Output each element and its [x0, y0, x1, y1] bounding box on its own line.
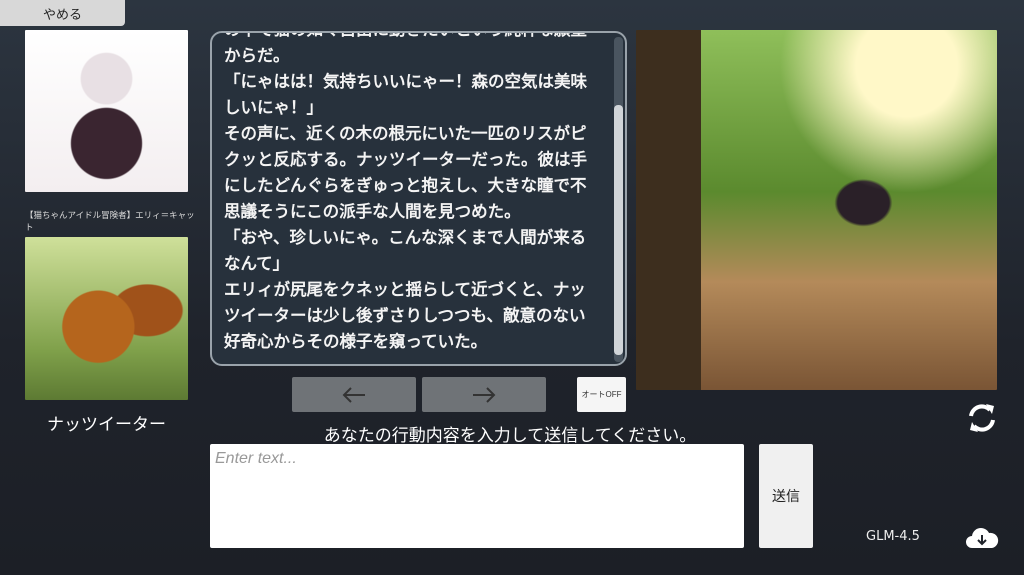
arrow-left-icon: [342, 386, 365, 403]
player-character-portrait: [25, 30, 188, 192]
story-line: からだ。: [224, 46, 290, 65]
input-prompt: あなたの行動内容を入力して送信してください。: [323, 426, 697, 446]
story-line: 思議そうにこの派手な人間を見つめた。: [224, 202, 521, 221]
model-label: GLM-4.5: [866, 529, 920, 544]
npc-portrait: [25, 237, 188, 400]
story-panel: の中で猫の如く自由に動きたいという純粋な願望 からだ。 「にゃはは！気持ちいいに…: [210, 31, 627, 366]
story-scrollbar[interactable]: [614, 37, 623, 362]
story-line: 「にゃはは！気持ちいいにゃー！森の空気は美味: [224, 72, 587, 91]
story-line: にしたどんぐらをぎゅっと抱えし、大きな瞳で不: [224, 176, 587, 195]
story-line: の中で猫の如く自由に動きたいという純粋な願望: [224, 33, 614, 43]
player-character-caption: 【猫ちゃんアイドル冒険者】エリィ＝キャット: [25, 211, 195, 233]
story-line: クッと反応する。ナッツイーターだった。彼は手: [224, 150, 587, 169]
scrollbar-thumb[interactable]: [614, 105, 623, 355]
next-page-button[interactable]: [422, 377, 546, 412]
story-line: その声に、近くの木の根元にいた一匹のリスがピ: [224, 124, 587, 143]
refresh-icon[interactable]: [964, 400, 1000, 436]
npc-name: ナッツイーター: [47, 415, 166, 435]
auto-toggle-button[interactable]: オートOFF: [577, 377, 626, 412]
story-line: ツイーターは少し後ずさりしつつも、敵意のない: [224, 306, 586, 325]
story-line: 「おや、珍しいにゃ。こんな深くまで人間が来る: [224, 228, 587, 247]
story-line: 好奇心からその様子を窺っていた。: [224, 332, 488, 351]
quit-button[interactable]: やめる: [0, 0, 125, 26]
story-line: エリィが尻尾をクネッと揺らして近づくと、ナッ: [224, 280, 586, 299]
action-input[interactable]: [210, 444, 744, 548]
story-text: の中で猫の如く自由に動きたいという純粋な願望 からだ。 「にゃはは！気持ちいいに…: [224, 33, 614, 355]
scene-illustration: [636, 30, 997, 390]
previous-page-button[interactable]: [292, 377, 416, 412]
story-line: なんて」: [224, 254, 290, 273]
cloud-download-icon[interactable]: [964, 524, 1000, 550]
story-line: しいにゃ！」: [224, 98, 323, 117]
arrow-right-icon: [473, 386, 496, 403]
send-button[interactable]: 送信: [759, 444, 813, 548]
